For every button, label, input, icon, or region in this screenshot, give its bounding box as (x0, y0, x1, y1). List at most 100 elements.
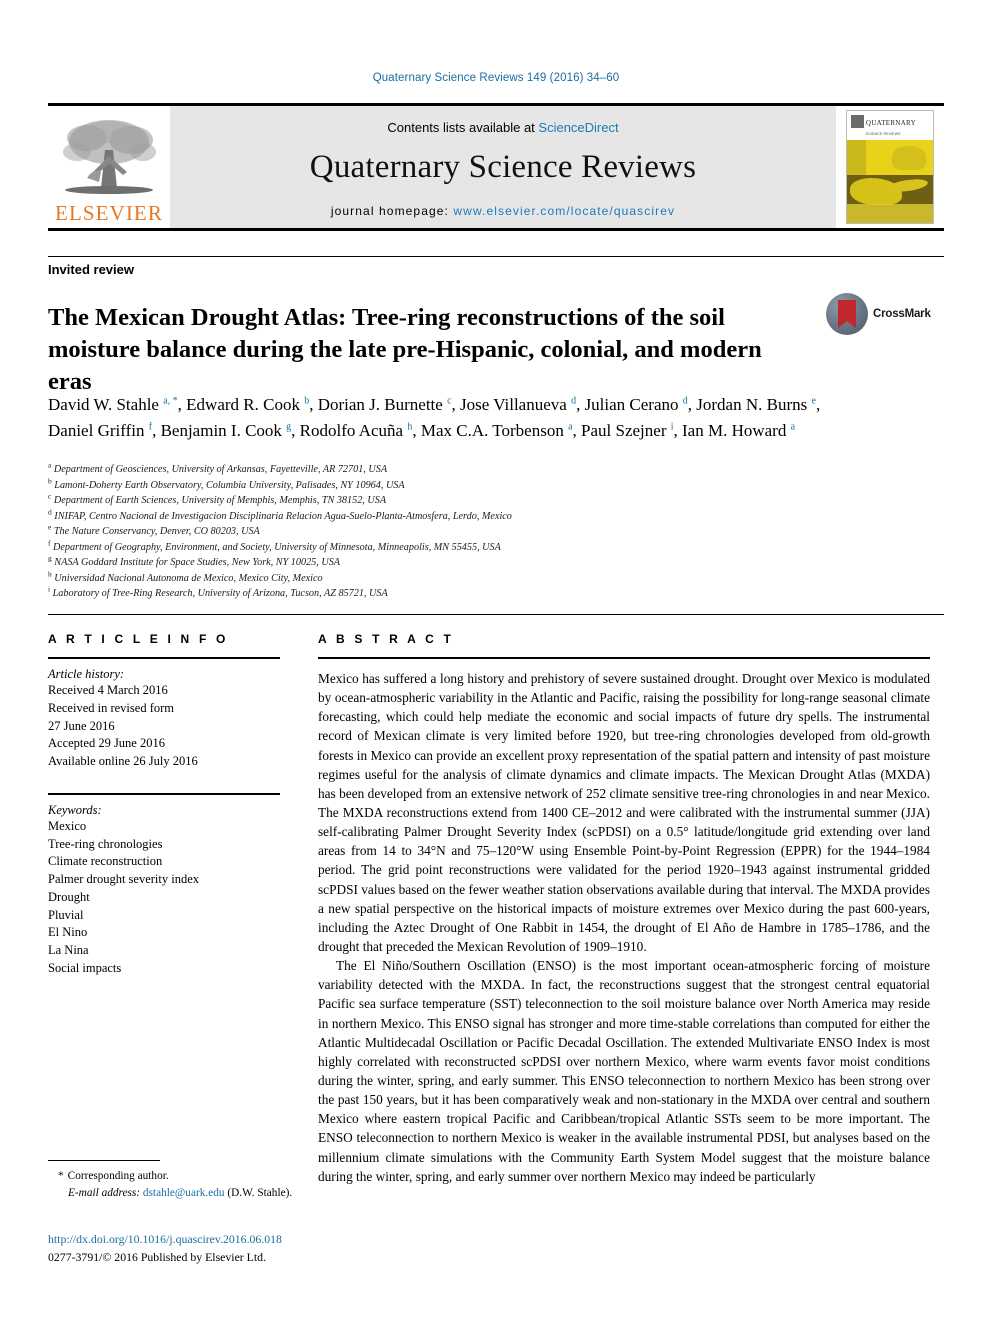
email-link[interactable]: dstahle@uark.edu (143, 1187, 225, 1199)
affiliation-text: Universidad Nacional Autonoma de Mexico,… (51, 572, 323, 584)
section-divider-top (48, 256, 944, 257)
affiliation-item: h Universidad Nacional Autonoma de Mexic… (48, 570, 878, 587)
crossmark-badge-group[interactable]: CrossMark (826, 291, 936, 337)
issn-copyright-line: 0277-3791/© 2016 Published by Elsevier L… (48, 1250, 267, 1264)
elsevier-tree-icon (63, 120, 156, 194)
affiliation-item: i Laboratory of Tree-Ring Research, Univ… (48, 585, 878, 602)
author-name: Edward R. Cook (186, 395, 305, 414)
article-history-item: Available online 26 July 2016 (48, 754, 198, 768)
keyword-item: La Nina (48, 943, 89, 957)
author-affiliation-mark: a (568, 420, 573, 432)
sciencedirect-link[interactable]: ScienceDirect (538, 120, 618, 135)
author-affiliation-mark: d (571, 395, 577, 407)
crossmark-label: CrossMark (873, 308, 931, 320)
affiliation-text: NASA Goddard Institute for Space Studies… (51, 557, 341, 568)
author-name: Dorian J. Burnette (317, 395, 448, 414)
affiliation-text: Department of Geography, Environment, an… (50, 541, 501, 553)
affiliation-text: Laboratory of Tree-Ring Research, Univer… (50, 588, 388, 599)
article-type-label: Invited review (48, 262, 134, 277)
affiliation-text: Lamont-Doherty Earth Observatory, Columb… (51, 479, 405, 491)
keyword-item: Pluvial (48, 907, 84, 922)
author-name: Ian M. Howard (682, 420, 791, 440)
author-name: Julian Cerano (584, 395, 683, 414)
abstract-heading: A B S T R A C T (318, 632, 454, 646)
footnote-divider (48, 1160, 160, 1161)
affiliation-item: d INIFAP, Centro Nacional de Investigaci… (48, 508, 878, 525)
affiliation-text: Department of Earth Sciences, University… (51, 495, 387, 506)
author-affiliation-mark: e (811, 395, 816, 407)
author-name: Jose Villanueva (460, 395, 572, 414)
keyword-item: Social impacts (48, 960, 122, 975)
author-name: David W. Stahle (48, 395, 164, 414)
corresponding-marker: * (58, 1170, 64, 1182)
running-head: Quaternary Science Reviews 149 (2016) 34… (372, 72, 620, 84)
contents-available-line: Contents lists available at ScienceDirec… (387, 120, 618, 135)
email-owner: (D.W. Stahle). (227, 1186, 293, 1199)
author-affiliation-mark: a, * (163, 395, 178, 407)
crossmark-icon (826, 293, 868, 335)
author-name: Rodolfo Acuña (299, 420, 408, 440)
keyword-item: Mexico (48, 818, 87, 833)
author-affiliation-mark: b (304, 395, 310, 407)
journal-cover-image: QUATERNARY SCIENCE REVIEWS (846, 110, 934, 224)
corresponding-author-note: * Corresponding author. E-mail address: d… (58, 1168, 578, 1202)
elsevier-wordmark: ELSEVIER (55, 201, 163, 225)
corresponding-label: Corresponding author. (67, 1170, 169, 1182)
article-history-item: Received 4 March 2016 (48, 683, 168, 697)
elsevier-logo: ELSEVIER (48, 106, 170, 228)
cover-subtitle: SCIENCE REVIEWS (865, 132, 901, 137)
journal-homepage-line: journal homepage: www.elsevier.com/locat… (331, 204, 675, 218)
author-affiliation-mark: c (447, 395, 452, 407)
journal-cover-thumbnail[interactable]: QUATERNARY SCIENCE REVIEWS (836, 106, 944, 228)
masthead-center: Contents lists available at ScienceDirec… (170, 106, 836, 228)
doi-link[interactable]: http://dx.doi.org/10.1016/j.quascirev.20… (48, 1232, 282, 1247)
article-info-heading: A R T I C L E I N F O (48, 632, 229, 646)
cover-title: QUATERNARY (865, 118, 916, 127)
keywords-rule (48, 792, 280, 795)
author-name: Max C.A. Torbenson (420, 420, 569, 440)
author-affiliation-mark: a (790, 420, 796, 432)
affiliation-text: INIFAP, Centro Nacional de Investigacion… (51, 510, 512, 522)
article-history-item: 27 June 2016 (48, 718, 115, 733)
author-name: Benjamin I. Cook (160, 420, 287, 440)
journal-title: Quaternary Science Reviews (309, 149, 697, 185)
contents-prefix: Contents lists available at (387, 120, 539, 135)
article-history-item: Accepted 29 June 2016 (48, 736, 165, 751)
article-history-list: Received 4 March 2016 Received in revised… (48, 682, 280, 771)
article-history-title: Article history: (48, 667, 125, 681)
affiliation-item: g NASA Goddard Institute for Space Studi… (48, 554, 878, 571)
author-affiliation-mark: h (407, 420, 413, 432)
article-info-rule (48, 657, 280, 659)
email-label: E-mail address: (68, 1186, 141, 1199)
author-affiliation-mark: i (670, 420, 674, 432)
info-abstract-divider (48, 614, 944, 615)
abstract-rule (318, 657, 930, 659)
abstract-body: Mexico has suffered a long history and p… (318, 669, 930, 1186)
keywords-title: Keywords: (48, 802, 102, 817)
journal-article-page: Quaternary Science Reviews 149 (2016) 34… (0, 0, 992, 1323)
affiliation-text: The Nature Conservancy, Denver, CO 80203… (51, 526, 260, 537)
keyword-item: Tree-ring chronologies (48, 836, 163, 851)
journal-masthead: ELSEVIER Contents lists available at Sci… (48, 103, 944, 231)
author-name: Paul Szejner (581, 420, 671, 440)
affiliation-item: e The Nature Conservancy, Denver, CO 802… (48, 523, 878, 540)
author-name: Daniel Griffin (48, 420, 149, 440)
affiliation-item: b Lamont-Doherty Earth Observatory, Colu… (48, 477, 878, 494)
page-title: The Mexican Drought Atlas: Tree-ring rec… (48, 304, 762, 396)
affiliation-text: Department of Geosciences, University of… (51, 464, 388, 475)
keyword-item: Palmer drought severity index (48, 872, 200, 886)
author-name: Jordan N. Burns (696, 395, 812, 414)
abstract-paragraph: Mexico has suffered a long history and p… (318, 671, 930, 954)
abstract-column: A B S T R A C T Mexico has suffered a lo… (318, 632, 930, 1186)
article-info-column: A R T I C L E I N F O Article history: R… (48, 632, 280, 978)
affiliation-item: a Department of Geosciences, University … (48, 461, 878, 478)
keyword-item: El Nino (48, 925, 88, 940)
keywords-list: Mexico Tree-ring chronologies Climate reco… (48, 818, 280, 978)
affiliation-item: f Department of Geography, Environment, … (48, 539, 878, 556)
keyword-item: Climate reconstruction (48, 854, 163, 869)
author-affiliation-mark: g (286, 420, 292, 432)
article-history-item: Received in revised form (48, 700, 174, 715)
author-list: David W. Stahle a, *, Edward R. Cook b, … (48, 395, 821, 440)
author-affiliation-mark: d (682, 395, 688, 407)
homepage-url-link[interactable]: www.elsevier.com/locate/quascirev (453, 204, 675, 218)
